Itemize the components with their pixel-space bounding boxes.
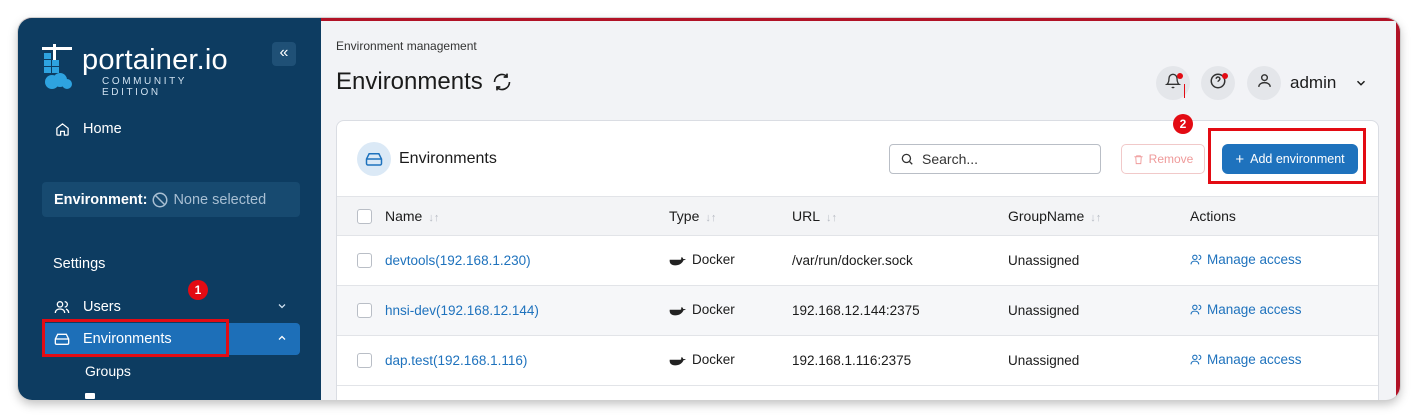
sort-icon: ↓↑ bbox=[428, 212, 440, 224]
chevron-down-icon[interactable] bbox=[1354, 76, 1368, 95]
highlight-box-add-environment bbox=[1208, 128, 1366, 184]
refresh-icon[interactable] bbox=[492, 72, 512, 92]
table-row: dap.test(192.168.1.116) Docker 192.168.1… bbox=[337, 335, 1378, 386]
collapse-sidebar-button[interactable]: « bbox=[272, 42, 296, 66]
environment-group: Unassigned bbox=[1008, 285, 1190, 336]
environment-url: 192.168.12.144:2375 bbox=[792, 285, 1008, 336]
environment-value: None selected bbox=[173, 191, 267, 208]
sidebar: portainer.io COMMUNITY EDITION « Home En… bbox=[18, 18, 321, 400]
highlight-box-environments bbox=[42, 319, 229, 357]
page-title: Environments bbox=[336, 68, 512, 96]
sort-icon: ↓↑ bbox=[826, 212, 838, 224]
step-badge-2: 2 bbox=[1173, 114, 1193, 134]
environment-type: Docker bbox=[692, 252, 735, 268]
users-icon bbox=[1190, 254, 1202, 265]
row-checkbox[interactable] bbox=[357, 253, 372, 269]
settings-section-heading: Settings bbox=[53, 256, 106, 272]
environment-label: Environment: bbox=[54, 191, 148, 208]
environment-selector: Environment: None selected bbox=[42, 182, 300, 217]
logo-text: portainer.io bbox=[82, 44, 228, 76]
users-icon bbox=[1190, 354, 1202, 365]
docker-icon bbox=[669, 356, 686, 366]
select-all-checkbox[interactable] bbox=[357, 209, 372, 225]
step-badge-1: 1 bbox=[188, 280, 208, 300]
users-icon bbox=[1190, 304, 1202, 315]
user-name[interactable]: admin bbox=[1290, 73, 1336, 93]
sidebar-item-label: Home bbox=[83, 121, 122, 137]
column-header-url[interactable]: URL ↓↑ bbox=[792, 196, 1008, 236]
logo-subtitle: COMMUNITY EDITION bbox=[102, 76, 187, 98]
environment-name-link[interactable]: dap.test(192.168.1.116) bbox=[385, 335, 669, 386]
annotation-line bbox=[1184, 84, 1185, 98]
environments-table: Name ↓↑ Type ↓↑ URL ↓↑ GroupName ↓↑ Actions … bbox=[337, 196, 1378, 386]
manage-access-link[interactable]: Manage access bbox=[1190, 352, 1302, 367]
drive-icon bbox=[357, 142, 391, 176]
environment-group: Unassigned bbox=[1008, 335, 1190, 386]
docker-icon bbox=[669, 306, 686, 316]
row-checkbox[interactable] bbox=[357, 353, 372, 369]
remove-button[interactable]: Remove bbox=[1121, 144, 1205, 174]
sort-icon: ↓↑ bbox=[1090, 212, 1102, 224]
environment-name-link[interactable]: hnsi-dev(192.168.12.144) bbox=[385, 285, 669, 336]
user-icon bbox=[1256, 72, 1273, 94]
table-row: hnsi-dev(192.168.12.144) Docker 192.168.… bbox=[337, 285, 1378, 336]
sidebar-item-label: Users bbox=[83, 299, 121, 315]
environment-type: Docker bbox=[692, 302, 735, 318]
environment-url: 192.168.1.116:2375 bbox=[792, 335, 1008, 386]
help-button[interactable] bbox=[1201, 66, 1235, 100]
column-header-groupname[interactable]: GroupName ↓↑ bbox=[1008, 196, 1190, 236]
environment-type: Docker bbox=[692, 352, 735, 368]
search-box[interactable] bbox=[889, 144, 1101, 174]
manage-access-link[interactable]: Manage access bbox=[1190, 302, 1302, 317]
sidebar-item-home[interactable]: Home bbox=[42, 113, 300, 145]
manage-access-link[interactable]: Manage access bbox=[1190, 252, 1302, 267]
environment-group: Unassigned bbox=[1008, 235, 1190, 286]
user-avatar[interactable] bbox=[1247, 66, 1281, 100]
sidebar-subitem-groups[interactable]: Groups bbox=[85, 363, 131, 379]
portainer-logo-icon bbox=[42, 44, 72, 89]
app-window: portainer.io COMMUNITY EDITION « Home En… bbox=[18, 18, 1400, 400]
remove-label: Remove bbox=[1148, 152, 1194, 166]
environment-url: /var/run/docker.sock bbox=[792, 235, 1008, 286]
row-checkbox[interactable] bbox=[357, 303, 372, 319]
chevron-down-icon bbox=[276, 300, 288, 315]
sort-icon: ↓↑ bbox=[705, 212, 717, 224]
table-header-row: Name ↓↑ Type ↓↑ URL ↓↑ GroupName ↓↑ Actions bbox=[337, 196, 1378, 236]
double-chevron-left-icon: « bbox=[279, 44, 289, 61]
users-icon bbox=[52, 299, 72, 315]
breadcrumb[interactable]: Environment management bbox=[336, 39, 477, 53]
trash-icon bbox=[1133, 154, 1144, 165]
environment-name-link[interactable]: devtools(192.168.1.230) bbox=[385, 235, 669, 286]
sidebar-subitem-cropped bbox=[85, 393, 95, 399]
docker-icon bbox=[669, 256, 686, 266]
column-header-name[interactable]: Name ↓↑ bbox=[385, 196, 669, 236]
panel-title: Environments bbox=[399, 150, 497, 167]
search-input[interactable] bbox=[922, 151, 1092, 167]
home-icon bbox=[52, 122, 72, 137]
help-dot bbox=[1222, 73, 1228, 79]
chevron-up-icon bbox=[276, 332, 288, 347]
search-icon bbox=[900, 152, 914, 166]
page-title-text: Environments bbox=[336, 68, 483, 95]
notification-dot bbox=[1177, 73, 1183, 79]
window-border-right bbox=[1396, 18, 1400, 400]
portainer-logo[interactable]: portainer.io COMMUNITY EDITION bbox=[40, 42, 245, 98]
forbidden-icon bbox=[152, 192, 168, 207]
column-header-type[interactable]: Type ↓↑ bbox=[669, 196, 792, 236]
column-header-actions: Actions bbox=[1190, 196, 1378, 236]
table-row: devtools(192.168.1.230) Docker /var/run/… bbox=[337, 235, 1378, 286]
